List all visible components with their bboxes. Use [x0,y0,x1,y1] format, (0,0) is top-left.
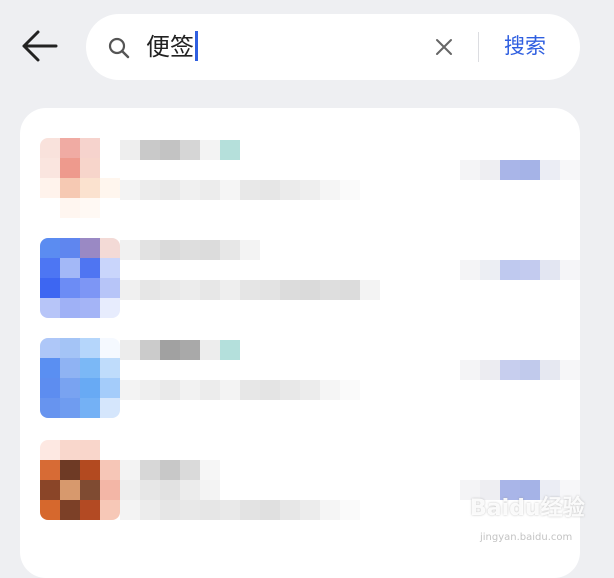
item-subtitle [120,500,360,520]
item-subtitle [120,180,360,200]
search-button[interactable]: 搜索 [504,31,546,61]
close-icon[interactable] [434,37,454,57]
watermark-logo: Baidu经验 jingyan.baidu.com [470,490,610,556]
app-icon [40,440,120,520]
item-subtitle [120,380,360,400]
item-date [460,160,580,180]
search-input[interactable]: 便签 [146,30,198,64]
watermark-url: jingyan.baidu.com [480,532,573,543]
item-subtitle [120,280,380,300]
search-bar: 便签 搜索 [86,14,580,80]
search-icon [108,37,130,59]
item-date [460,260,580,280]
item-date [460,360,580,380]
item-title [120,140,240,160]
list-item[interactable] [20,208,580,318]
item-title [120,340,240,360]
app-icon [40,238,120,318]
app-icon [40,138,120,218]
back-button[interactable] [18,28,62,64]
divider [478,32,479,62]
app-icon [40,338,120,418]
list-item[interactable] [20,108,580,218]
list-item[interactable] [20,308,580,418]
item-subtitle [120,480,220,500]
arrow-left-icon [22,30,58,62]
item-title [120,460,220,480]
watermark-brand: Baidu经验 [470,496,585,521]
item-title [120,240,260,260]
